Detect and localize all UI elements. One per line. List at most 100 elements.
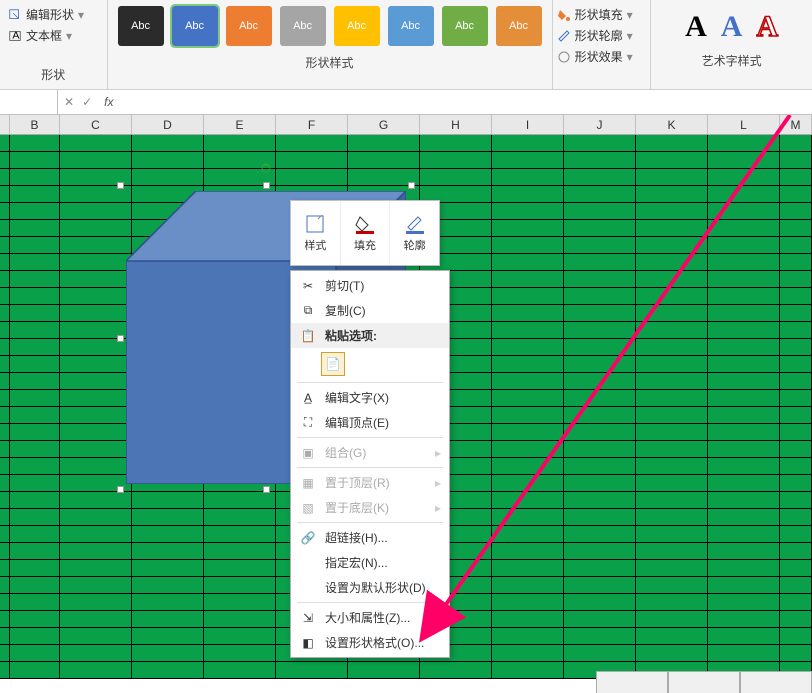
column-header[interactable]: J	[564, 115, 636, 134]
cell[interactable]	[492, 356, 564, 373]
cell[interactable]	[780, 169, 812, 186]
cell[interactable]	[10, 152, 60, 169]
cell[interactable]	[132, 169, 204, 186]
column-header[interactable]: I	[492, 115, 564, 134]
cell[interactable]	[10, 611, 60, 628]
cell[interactable]	[780, 152, 812, 169]
cell[interactable]	[780, 220, 812, 237]
shape-style-swatch-7[interactable]: Abc	[496, 6, 542, 46]
cell[interactable]	[10, 373, 60, 390]
menu-edit-text[interactable]: A̲编辑文字(X)	[291, 385, 449, 410]
shape-style-swatch-4[interactable]: Abc	[334, 6, 380, 46]
sheet-tabs[interactable]	[596, 671, 812, 693]
cell[interactable]	[636, 645, 708, 662]
cell[interactable]	[132, 577, 204, 594]
resize-handle-nw[interactable]	[117, 182, 124, 189]
shape-effects-button[interactable]: 形状效果 ▾	[557, 46, 647, 67]
cell[interactable]	[708, 373, 780, 390]
menu-assign-macro[interactable]: 指定宏(N)...	[291, 550, 449, 575]
cell[interactable]	[10, 543, 60, 560]
cell[interactable]	[0, 458, 10, 475]
cell[interactable]	[636, 203, 708, 220]
cell[interactable]	[10, 390, 60, 407]
column-header[interactable]: H	[420, 115, 492, 134]
cell[interactable]	[348, 152, 420, 169]
cell[interactable]	[132, 135, 204, 152]
cell[interactable]	[636, 543, 708, 560]
cell[interactable]	[564, 424, 636, 441]
cell[interactable]	[564, 356, 636, 373]
cell[interactable]	[780, 339, 812, 356]
cell[interactable]	[564, 203, 636, 220]
cell[interactable]	[708, 203, 780, 220]
cell[interactable]	[204, 543, 276, 560]
cell[interactable]	[780, 203, 812, 220]
cell[interactable]	[10, 271, 60, 288]
sheet-tab[interactable]	[596, 671, 668, 693]
column-header[interactable]	[0, 115, 10, 134]
cell[interactable]	[708, 407, 780, 424]
cell[interactable]	[492, 594, 564, 611]
cell[interactable]	[10, 594, 60, 611]
menu-hyperlink[interactable]: 🔗超链接(H)...	[291, 525, 449, 550]
cell[interactable]	[708, 543, 780, 560]
cell[interactable]	[0, 186, 10, 203]
cell[interactable]	[276, 152, 348, 169]
cell[interactable]	[204, 594, 276, 611]
cell[interactable]	[132, 509, 204, 526]
cell[interactable]	[636, 373, 708, 390]
cell[interactable]	[780, 458, 812, 475]
menu-copy[interactable]: ⧉复制(C)	[291, 298, 449, 323]
cell[interactable]	[0, 424, 10, 441]
cell[interactable]	[0, 271, 10, 288]
cell[interactable]	[492, 152, 564, 169]
name-box[interactable]	[0, 90, 58, 114]
cell[interactable]	[0, 305, 10, 322]
cell[interactable]	[132, 594, 204, 611]
cell[interactable]	[492, 424, 564, 441]
cell[interactable]	[708, 441, 780, 458]
cancel-formula-icon[interactable]: ✕	[64, 95, 74, 109]
cell[interactable]	[420, 169, 492, 186]
fx-label[interactable]: fx	[98, 95, 119, 109]
cell[interactable]	[10, 662, 60, 679]
cell[interactable]	[10, 560, 60, 577]
resize-handle-w[interactable]	[117, 335, 124, 342]
cell[interactable]	[564, 441, 636, 458]
cell[interactable]	[492, 611, 564, 628]
cell[interactable]	[708, 254, 780, 271]
cell[interactable]	[492, 373, 564, 390]
cell[interactable]	[10, 526, 60, 543]
cell[interactable]	[492, 169, 564, 186]
accept-formula-icon[interactable]: ✓	[82, 95, 92, 109]
cell[interactable]	[492, 305, 564, 322]
cell[interactable]	[0, 373, 10, 390]
cell[interactable]	[60, 577, 132, 594]
shape-style-swatch-3[interactable]: Abc	[280, 6, 326, 46]
cell[interactable]	[204, 577, 276, 594]
cell[interactable]	[564, 509, 636, 526]
cell[interactable]	[564, 560, 636, 577]
cell[interactable]	[492, 288, 564, 305]
cell[interactable]	[564, 645, 636, 662]
cell[interactable]	[780, 305, 812, 322]
cell[interactable]	[708, 356, 780, 373]
cell[interactable]	[564, 492, 636, 509]
cell[interactable]	[492, 458, 564, 475]
cell[interactable]	[636, 356, 708, 373]
wordart-style-3[interactable]: A	[756, 10, 778, 44]
cell[interactable]	[0, 322, 10, 339]
cell[interactable]	[780, 475, 812, 492]
cell[interactable]	[492, 645, 564, 662]
shape-fill-button[interactable]: 形状填充 ▾	[557, 4, 647, 25]
cell[interactable]	[132, 152, 204, 169]
cell[interactable]	[10, 577, 60, 594]
cell[interactable]	[10, 356, 60, 373]
cell[interactable]	[636, 628, 708, 645]
cell[interactable]	[10, 475, 60, 492]
cell[interactable]	[636, 237, 708, 254]
column-header[interactable]: E	[204, 115, 276, 134]
cell[interactable]	[60, 509, 132, 526]
cell[interactable]	[636, 594, 708, 611]
cell[interactable]	[132, 628, 204, 645]
